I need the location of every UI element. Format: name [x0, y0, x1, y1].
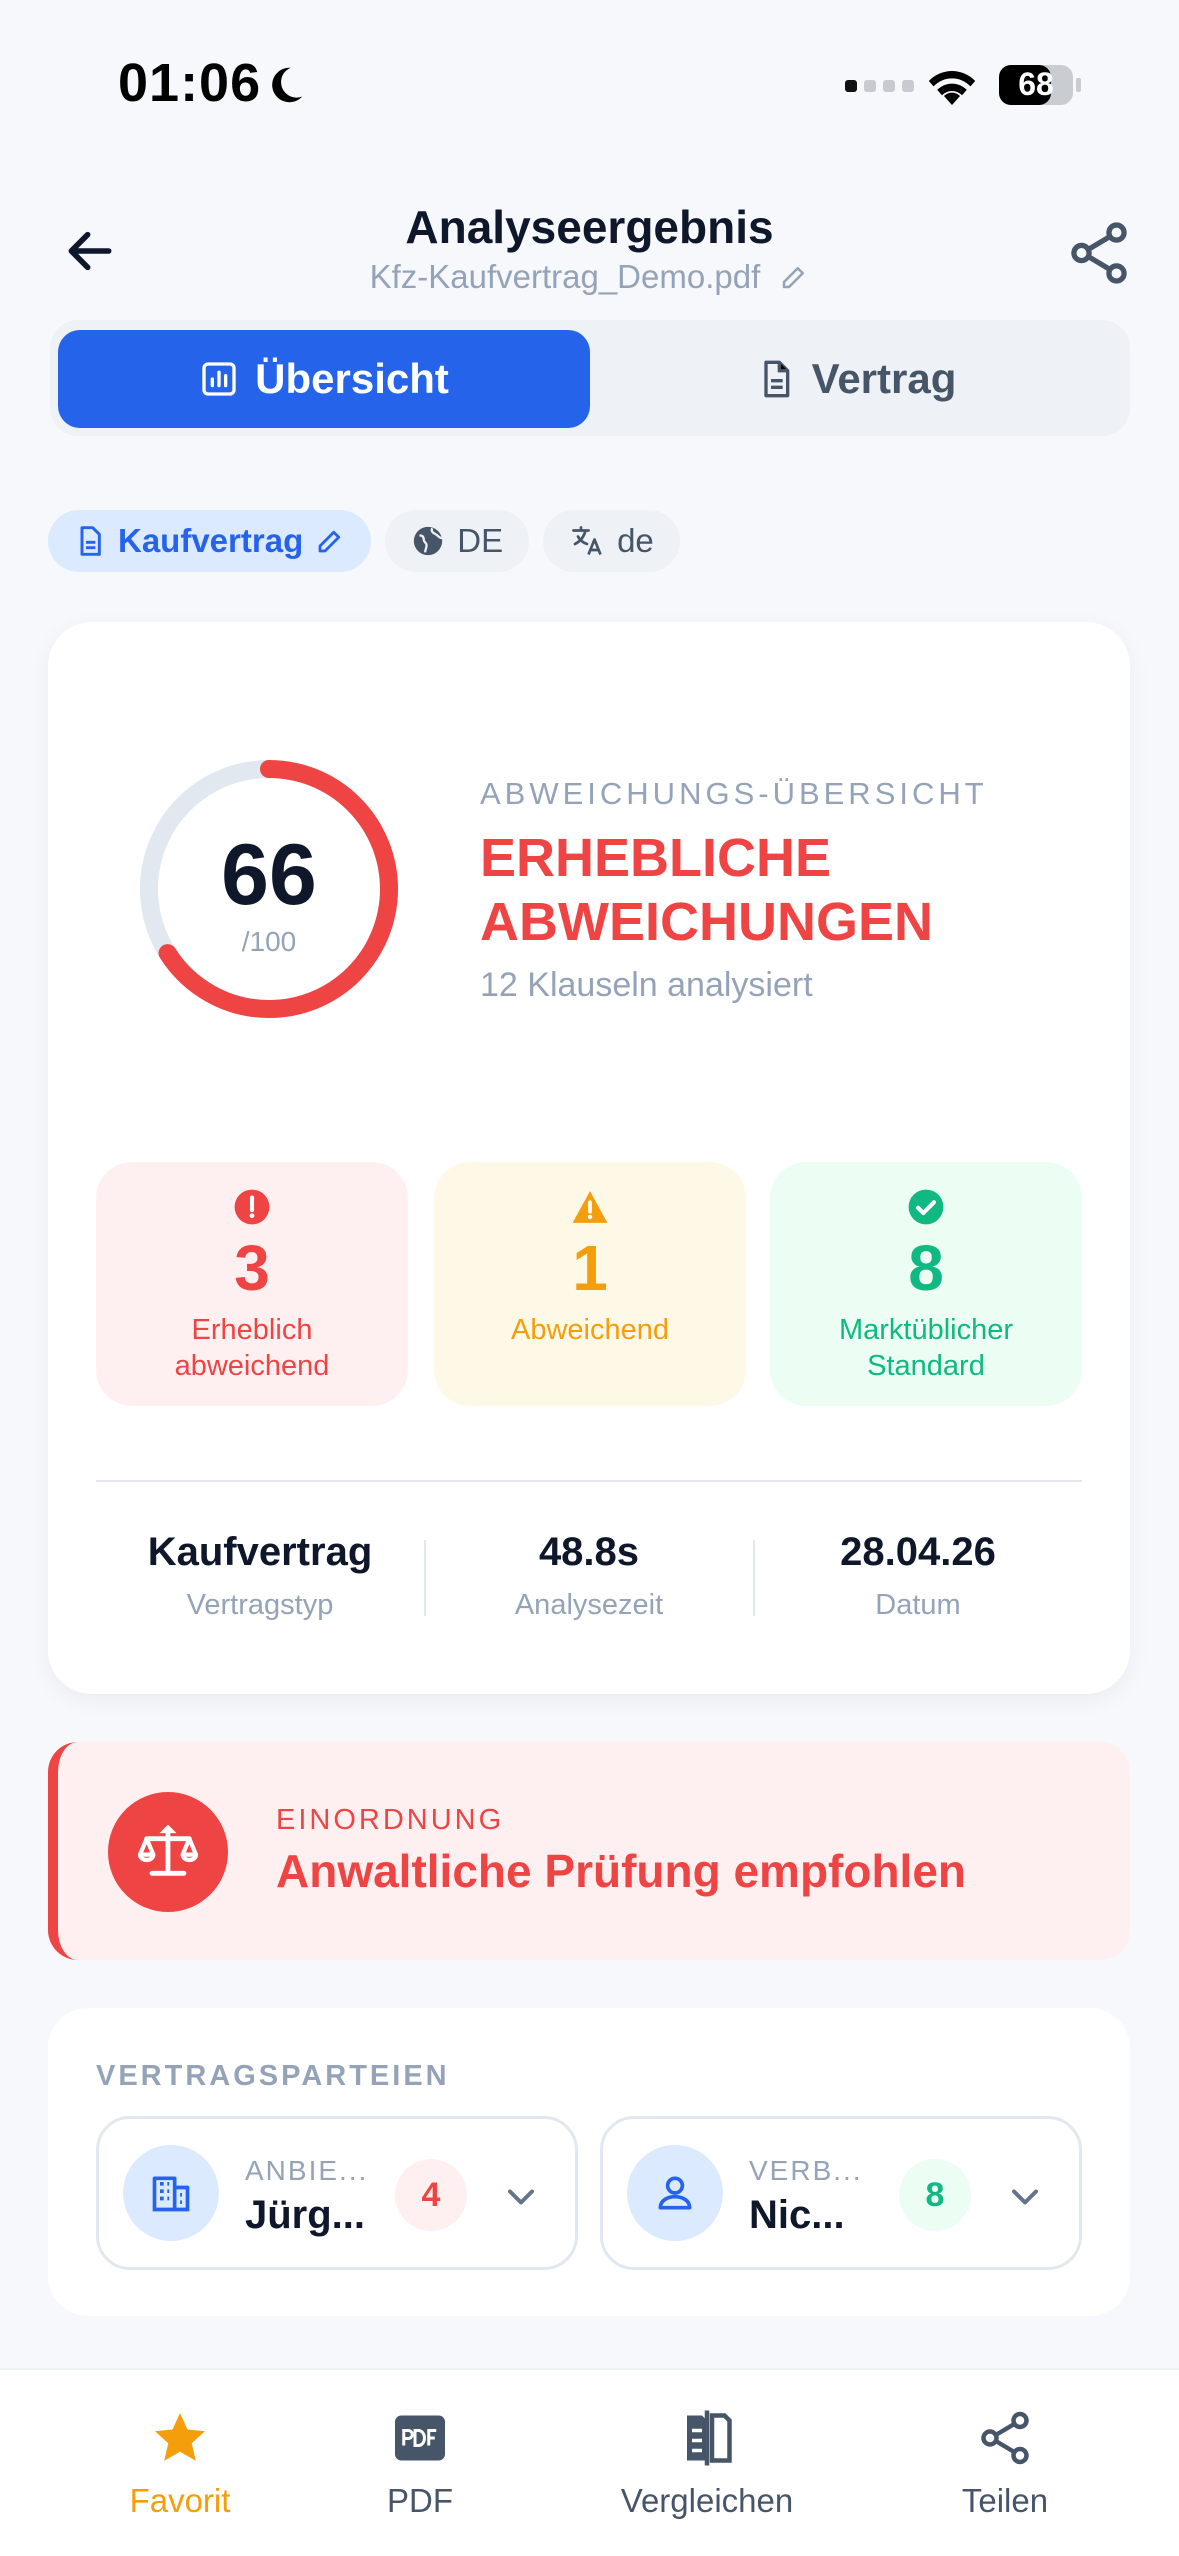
nav-share-label: Teilen	[961, 2482, 1049, 2519]
party-provider-role: ANBIE...	[245, 2155, 369, 2186]
meta-analysis-time-label: Analysezeit	[514, 1589, 664, 1621]
bar-chart-icon	[202, 362, 236, 396]
party-provider-avatar	[123, 2145, 219, 2241]
check-circle-icon	[908, 1189, 944, 1225]
tab-overview-label: Übersicht	[255, 355, 449, 402]
nav-favorite[interactable]: Favorit	[100, 2408, 260, 2520]
document-icon	[763, 360, 789, 398]
chevron-down-icon	[1011, 2189, 1039, 2205]
file-name[interactable]: Kfz-Kaufvertrag_Demo.pdf	[0, 258, 1179, 296]
language-label: de	[617, 522, 654, 559]
document-icon	[80, 526, 101, 556]
party-provider-count: 4	[395, 2159, 467, 2231]
divider	[96, 1480, 1082, 1482]
overview-title: ERHEBLICHE ABWEICHUNGEN	[480, 828, 933, 952]
stat-deviating-label: Abweichend	[511, 1314, 669, 1346]
tab-contract-label: Vertrag	[811, 355, 957, 402]
stat-significant[interactable]: 3 Erheblich abweichend	[96, 1162, 408, 1406]
meta-contract-type: Kaufvertrag Vertragstyp	[96, 1530, 424, 1622]
stat-standard-value: 8	[908, 1232, 944, 1304]
stat-deviating[interactable]: 1 Abweichend	[434, 1162, 746, 1406]
moon-icon	[272, 67, 303, 103]
contract-type-label: Kaufvertrag	[118, 522, 304, 559]
nav-pdf-label: PDF	[387, 2482, 453, 2519]
overview-label: ABWEICHUNGS-ÜBERSICHT	[480, 776, 988, 811]
meta-analysis-time: 48.8s Analysezeit	[425, 1530, 753, 1622]
nav-compare-label: Vergleichen	[620, 2482, 794, 2519]
cellular-signal-icon	[845, 80, 914, 92]
nav-favorite-label: Favorit	[129, 2482, 231, 2519]
meta-analysis-time-value: 48.8s	[538, 1530, 640, 1574]
star-icon	[155, 2413, 205, 2461]
score-value: 66	[221, 827, 317, 923]
meta-contract-type-label: Vertragstyp	[186, 1589, 334, 1621]
party-provider[interactable]: ANBIE... Jürg... 4	[96, 2116, 578, 2270]
party-consumer-role: VERB...	[749, 2155, 863, 2186]
classification-label: EINORDNUNG	[276, 1804, 505, 1836]
party-consumer-name: Nic...	[749, 2193, 845, 2237]
stat-standard[interactable]: 8 Marktüblicher Standard	[770, 1162, 1082, 1406]
status-time: 01:06	[118, 53, 262, 113]
score-denominator: /100	[241, 926, 297, 957]
warning-icon	[572, 1191, 608, 1223]
pencil-icon	[318, 530, 341, 553]
stat-deviating-value: 1	[572, 1232, 608, 1304]
stat-standard-label: Marktüblicher Standard	[838, 1314, 1014, 1382]
wifi-icon	[928, 71, 976, 105]
meta-date-label: Datum	[875, 1589, 961, 1621]
scale-badge	[108, 1792, 228, 1912]
nav-compare[interactable]: Vergleichen	[590, 2408, 824, 2520]
party-provider-name: Jürg...	[245, 2193, 366, 2237]
compare-icon	[687, 2410, 732, 2466]
parties-label: VERTRAGSPARTEIEN	[96, 2060, 450, 2092]
tab-overview[interactable]: Übersicht	[58, 330, 590, 428]
overview-subtitle: 12 Klauseln analysiert	[480, 966, 813, 1004]
stat-significant-value: 3	[234, 1232, 270, 1304]
meta-date: 28.04.26 Datum	[754, 1530, 1082, 1622]
meta-contract-type-value: Kaufvertrag	[147, 1530, 373, 1574]
battery-icon: 68	[998, 64, 1082, 106]
scale-icon	[137, 1824, 199, 1876]
pdf-icon	[395, 2415, 445, 2461]
language-chip[interactable]: de	[543, 510, 680, 572]
stat-significant-label: Erheblich abweichend	[174, 1314, 330, 1382]
battery-level: 68	[1018, 66, 1054, 102]
contract-type-chip[interactable]: Kaufvertrag	[48, 510, 372, 572]
tab-contract[interactable]: Vertrag	[590, 330, 1122, 428]
building-icon	[152, 2176, 190, 2212]
page-title: Analyseergebnis	[405, 201, 774, 253]
share-icon[interactable]	[1064, 218, 1134, 288]
pencil-icon[interactable]	[779, 262, 809, 292]
party-consumer[interactable]: VERB... Nic... 8	[600, 2116, 1082, 2270]
alert-circle-icon	[234, 1189, 270, 1225]
tag-chips: Kaufvertrag DE de	[48, 510, 680, 572]
nav-share[interactable]: Teilen	[925, 2408, 1085, 2520]
file-name-text: Kfz-Kaufvertrag_Demo.pdf	[369, 258, 761, 295]
globe-icon	[414, 526, 443, 556]
chevron-down-icon	[507, 2189, 535, 2205]
nav-pdf[interactable]: PDF	[340, 2408, 500, 2520]
party-consumer-avatar	[627, 2145, 723, 2241]
country-label: DE	[457, 522, 504, 559]
share-icon	[981, 2411, 1029, 2465]
country-chip[interactable]: DE	[385, 510, 530, 572]
party-consumer-count: 8	[899, 2159, 971, 2231]
classification-title: Anwaltliche Prüfung empfohlen	[276, 1845, 967, 1897]
user-icon	[658, 2176, 692, 2210]
meta-date-value: 28.04.26	[840, 1530, 996, 1574]
translate-icon	[572, 526, 602, 556]
